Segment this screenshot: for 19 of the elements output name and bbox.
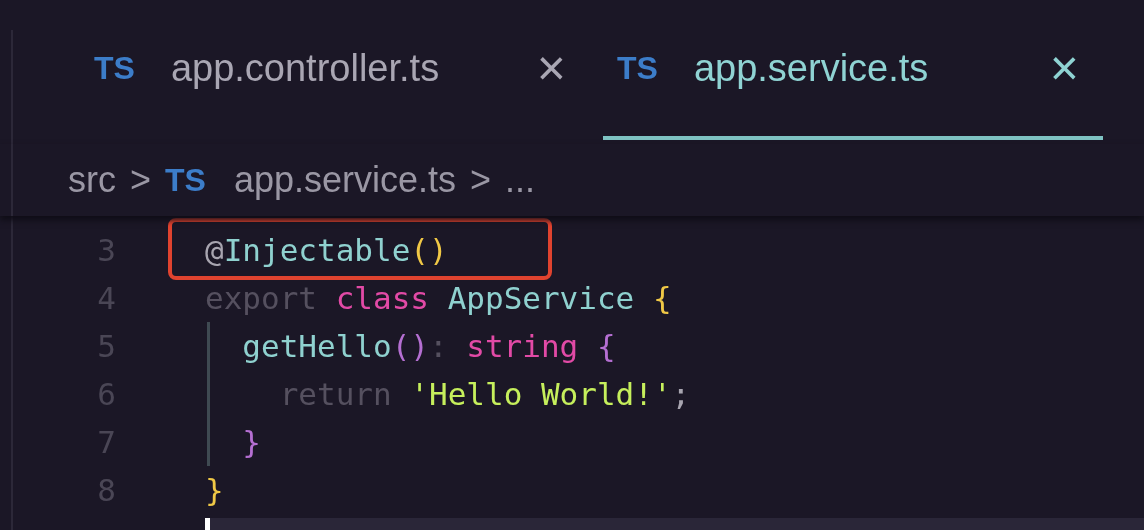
code-line: @Injectable() [205, 232, 448, 268]
typescript-icon: TS [94, 49, 135, 87]
code-line: } [205, 472, 224, 508]
typescript-icon: TS [617, 49, 658, 87]
close-icon[interactable]: × [1049, 43, 1079, 93]
breadcrumb-item[interactable]: ... [505, 159, 536, 201]
chevron-icon: > [130, 159, 152, 201]
code-line: getHello(): string { [241, 328, 616, 364]
code-line: } [241, 424, 261, 460]
breadcrumb-item[interactable]: app.service.ts [233, 159, 457, 201]
file-tab[interactable]: TS app.controller.ts × [80, 0, 590, 140]
file-tab[interactable]: TS app.service.ts × [603, 0, 1103, 140]
typescript-icon: TS [165, 161, 206, 199]
code-line: export class AppService { [205, 280, 672, 316]
close-icon[interactable]: × [536, 43, 566, 93]
text-cursor [205, 518, 210, 530]
code-line: return 'Hello World!'; [278, 376, 691, 412]
breadcrumb-item[interactable]: src [68, 159, 116, 201]
chevron-icon: > [470, 159, 492, 201]
